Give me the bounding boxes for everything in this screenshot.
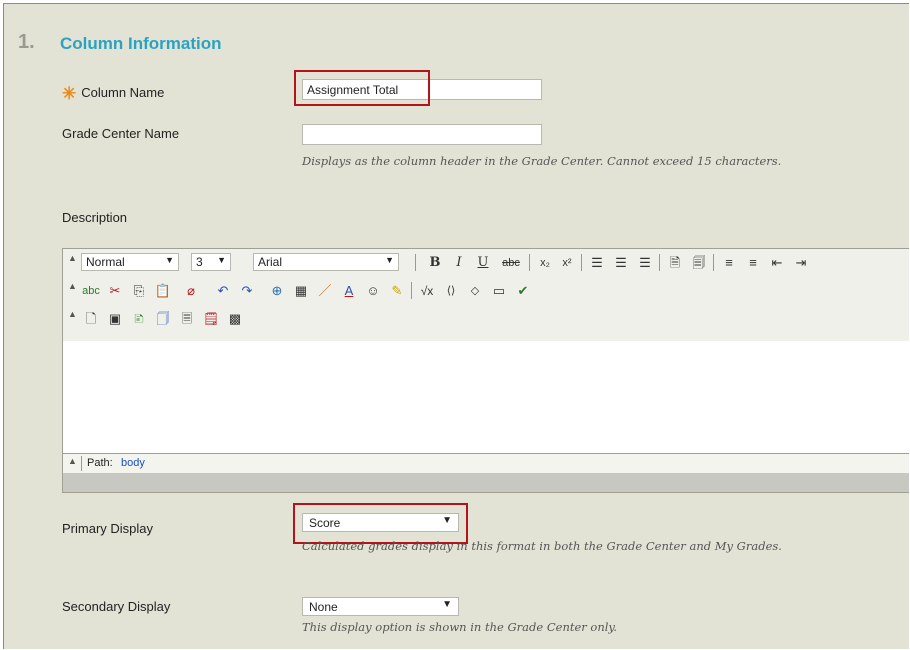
insert-image-icon[interactable]: ▣ (105, 309, 125, 329)
check-icon[interactable]: ✔ (513, 281, 533, 301)
undo-icon[interactable]: ↶ (213, 281, 233, 301)
bold-icon[interactable]: B (425, 253, 445, 273)
bulleted-list-icon[interactable]: ≡ (743, 253, 763, 273)
toolbar-separator (713, 254, 714, 271)
grade-center-name-hint: Displays as the column header in the Gra… (302, 154, 782, 168)
description-label: Description (62, 210, 128, 225)
collapse-icon[interactable]: ▲ (68, 253, 77, 263)
toolbar-separator (529, 254, 530, 271)
source-icon[interactable]: ◇ (465, 281, 485, 301)
collapse-icon[interactable]: ▲ (68, 309, 77, 319)
chevron-down-icon: ▼ (165, 255, 174, 265)
draw-icon[interactable]: ／ (315, 281, 335, 301)
highlight-icon[interactable]: ✎ (387, 281, 407, 301)
insert-file-icon[interactable]: 🗎 (665, 253, 685, 273)
insert-media-icon[interactable]: 🗈 (129, 309, 149, 329)
toolbar-separator (581, 254, 582, 271)
strikethrough-icon[interactable]: abc (497, 253, 525, 273)
insert-page-icon[interactable]: 🗐 (689, 253, 709, 273)
italic-icon[interactable]: I (449, 253, 469, 273)
redo-icon[interactable]: ↷ (237, 281, 257, 301)
grade-center-name-label: Grade Center Name (62, 126, 180, 141)
column-name-label: ✳ Column Name (62, 84, 165, 103)
emoticon-icon[interactable]: ☺ (363, 281, 383, 301)
align-right-icon[interactable]: ☰ (635, 253, 655, 273)
primary-display-highlight (293, 503, 468, 544)
fullscreen-icon[interactable]: ▭ (489, 281, 509, 301)
editor-content-area[interactable] (63, 341, 909, 453)
primary-display-label: Primary Display (62, 521, 154, 536)
editor-toolbar: ▲ Normal ▼ 3 ▼ Arial ▼ B I U abc x₂ x² ☰… (63, 249, 909, 342)
toolbar-row-1: ▲ Normal ▼ 3 ▼ Arial ▼ B I U abc x₂ x² ☰… (63, 251, 909, 277)
html-icon[interactable]: ⟨⟩ (441, 281, 461, 301)
cut-icon[interactable]: ✂ (105, 281, 125, 301)
section-number: 1. (18, 31, 35, 53)
column-name-highlight (294, 70, 430, 106)
toolbar-separator (659, 254, 660, 271)
description-editor: ▲ Normal ▼ 3 ▼ Arial ▼ B I U abc x₂ x² ☰… (62, 248, 909, 493)
toolbar-row-2: ▲ abc ✂ ⎘ 📋 ⌀ ↶ ↷ ⊕ ▦ ／ A ☺ ✎ √x ⟨⟩ ◇ ▭ … (63, 279, 909, 305)
underline-icon[interactable]: U (473, 253, 493, 273)
align-left-icon[interactable]: ☰ (587, 253, 607, 273)
chevron-down-icon: ▼ (385, 255, 394, 265)
toolbar-separator (411, 282, 412, 299)
mashup-icon[interactable]: ▩ (225, 309, 245, 329)
secondary-display-label: Secondary Display (62, 599, 171, 614)
indent-icon[interactable]: ⇥ (791, 253, 811, 273)
editor-path-bar: ▲ Path: body (63, 453, 909, 474)
size-select[interactable]: 3 ▼ (191, 253, 231, 271)
secondary-display-select[interactable]: None ▼ (302, 597, 459, 616)
align-center-icon[interactable]: ☰ (611, 253, 631, 273)
path-body-link[interactable]: body (121, 457, 145, 469)
paste-icon[interactable]: 📋 (153, 281, 173, 301)
text-color-icon[interactable]: A (339, 281, 359, 301)
section-title: Column Information (60, 34, 222, 53)
table-icon[interactable]: ▦ (291, 281, 311, 301)
attach-file-icon[interactable]: 🗋 (81, 309, 101, 329)
grade-center-name-input[interactable] (302, 124, 542, 145)
collapse-icon[interactable]: ▲ (68, 281, 77, 291)
insert-flash-icon[interactable]: 🗒 (201, 309, 221, 329)
chevron-down-icon: ▼ (442, 599, 452, 610)
link-icon[interactable]: ⊕ (267, 281, 287, 301)
required-icon: ✳ (62, 84, 77, 103)
outdent-icon[interactable]: ⇤ (767, 253, 787, 273)
font-select[interactable]: Arial ▼ (253, 253, 399, 271)
format-select[interactable]: Normal ▼ (81, 253, 179, 271)
math-icon[interactable]: √x (417, 281, 437, 301)
numbered-list-icon[interactable]: ≡ (719, 253, 739, 273)
column-information-panel: 1. Column Information ✳ Column Name Assig… (3, 3, 909, 649)
toolbar-separator (415, 254, 416, 271)
copy-icon[interactable]: ⎘ (129, 281, 149, 301)
insert-quicktime-icon[interactable]: 🗍 (153, 309, 173, 329)
subscript-icon[interactable]: x₂ (535, 253, 555, 273)
secondary-display-hint: This display option is shown in the Grad… (302, 620, 618, 634)
collapse-icon[interactable]: ▲ (68, 456, 77, 466)
toolbar-row-3: ▲ 🗋 ▣ 🗈 🗍 🗏 🗒 ▩ (63, 307, 909, 333)
unlink-icon[interactable]: ⌀ (181, 281, 201, 301)
superscript-icon[interactable]: x² (557, 253, 577, 273)
chevron-down-icon: ▼ (217, 255, 226, 265)
insert-audio-icon[interactable]: 🗏 (177, 309, 197, 329)
toolbar-separator (81, 456, 82, 471)
editor-resize-handle[interactable] (63, 473, 909, 492)
primary-display-hint: Calculated grades display in this format… (302, 539, 782, 553)
spellcheck-icon[interactable]: abc (81, 281, 101, 301)
